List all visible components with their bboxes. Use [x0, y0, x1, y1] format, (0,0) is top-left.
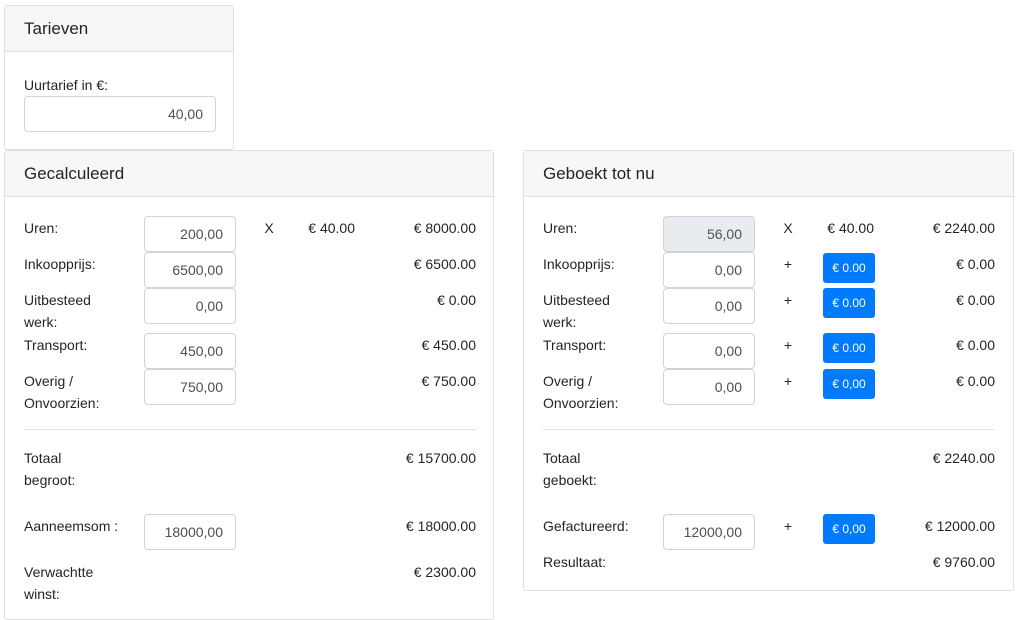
uren-rate: € 40.00: [308, 220, 355, 236]
overig-total: € 750.00: [421, 373, 477, 389]
uitbesteed-label: Uitbesteed werk:: [24, 292, 91, 330]
resultaat-value: € 9760.00: [932, 554, 995, 570]
geboekt-transport-total: € 0.00: [956, 337, 995, 353]
totaal-geboekt-label: Totaal geboekt:: [543, 450, 597, 488]
tarieven-card: Tarieven Uurtarief in €: 40,00: [4, 5, 234, 150]
transport-total: € 450.00: [421, 337, 477, 353]
geboekt-transport-label: Transport:: [543, 337, 607, 353]
inkoopprijs-detail-button[interactable]: € 0.00: [823, 253, 875, 283]
gefactureerd-input[interactable]: 12000,00: [663, 514, 755, 550]
winst-label: Verwachtte winst:: [24, 564, 94, 602]
resultaat-label: Resultaat:: [543, 554, 607, 570]
gecalculeerd-card: Gecalculeerd Uren: 200,00 X € 40.00 € 80…: [4, 150, 494, 620]
geboekt-inkoopprijs-input[interactable]: 0,00: [663, 252, 755, 288]
geboekt-uren-label: Uren:: [543, 220, 578, 236]
geboekt-uitbesteed-total: € 0.00: [956, 292, 995, 308]
transport-input[interactable]: 450,00: [144, 333, 236, 369]
overig-input[interactable]: 750,00: [144, 369, 236, 405]
uitbesteed-detail-button[interactable]: € 0.00: [823, 288, 875, 318]
geboekt-uitbesteed-input[interactable]: 0,00: [663, 288, 755, 324]
uren-input[interactable]: 200,00: [144, 216, 236, 252]
geboekt-uitbesteed-label: Uitbesteed werk:: [543, 292, 610, 330]
divider: [543, 429, 995, 430]
winst-value: € 2300.00: [413, 564, 476, 580]
rate-label: Uurtarief in €:: [24, 77, 109, 93]
tarieven-title: Tarieven: [5, 6, 233, 52]
geboekt-title: Geboekt tot nu: [524, 151, 1013, 197]
aanneemsom-value: € 18000.00: [405, 518, 476, 534]
gecalculeerd-title: Gecalculeerd: [5, 151, 493, 197]
gefactureerd-value: € 12000.00: [924, 518, 995, 534]
inkoopprijs-input[interactable]: 6500,00: [144, 252, 236, 288]
aanneemsom-label: Aanneemsom :: [24, 518, 119, 534]
aanneemsom-input[interactable]: 18000,00: [144, 514, 236, 550]
totaal-begroot-label: Totaal begroot:: [24, 450, 76, 488]
gefactureerd-label: Gefactureerd:: [543, 518, 629, 534]
gefactureerd-detail-button[interactable]: € 0,00: [823, 514, 875, 544]
transport-label: Transport:: [24, 337, 88, 353]
geboekt-inkoopprijs-label: Inkoopprijs:: [543, 256, 615, 272]
geboekt-overig-input[interactable]: 0,00: [663, 369, 755, 405]
overig-detail-button[interactable]: € 0,00: [823, 369, 875, 399]
uren-total: € 8000.00: [413, 220, 476, 236]
multiply-symbol: X: [264, 220, 274, 236]
plus-symbol: +: [783, 518, 793, 534]
geboekt-uren-total: € 2240.00: [932, 220, 995, 236]
totaal-geboekt-value: € 2240.00: [932, 450, 995, 466]
geboekt-overig-label: Overig / Onvoorzien:: [543, 373, 619, 411]
uitbesteed-total: € 0.00: [437, 292, 476, 308]
geboekt-transport-input[interactable]: 0,00: [663, 333, 755, 369]
plus-symbol: +: [783, 292, 793, 308]
overig-label: Overig / Onvoorzien:: [24, 373, 100, 411]
plus-symbol: +: [783, 256, 793, 272]
geboekt-uren-rate: € 40.00: [827, 220, 874, 236]
uitbesteed-input[interactable]: 0,00: [144, 288, 236, 324]
inkoopprijs-total: € 6500.00: [413, 256, 476, 272]
divider: [24, 429, 476, 430]
geboekt-inkoopprijs-total: € 0.00: [956, 256, 995, 272]
uren-label: Uren:: [24, 220, 59, 236]
geboekt-card: Geboekt tot nu Uren: 56,00 X € 40.00 € 2…: [523, 150, 1014, 591]
geboekt-multiply-symbol: X: [783, 220, 793, 236]
plus-symbol: +: [783, 373, 793, 389]
totaal-begroot-value: € 15700.00: [405, 450, 476, 466]
inkoopprijs-label: Inkoopprijs:: [24, 256, 96, 272]
geboekt-overig-total: € 0.00: [956, 373, 995, 389]
rate-input[interactable]: 40,00: [24, 96, 216, 132]
geboekt-uren-input: 56,00: [663, 216, 755, 252]
transport-detail-button[interactable]: € 0.00: [823, 333, 875, 363]
plus-symbol: +: [783, 337, 793, 353]
